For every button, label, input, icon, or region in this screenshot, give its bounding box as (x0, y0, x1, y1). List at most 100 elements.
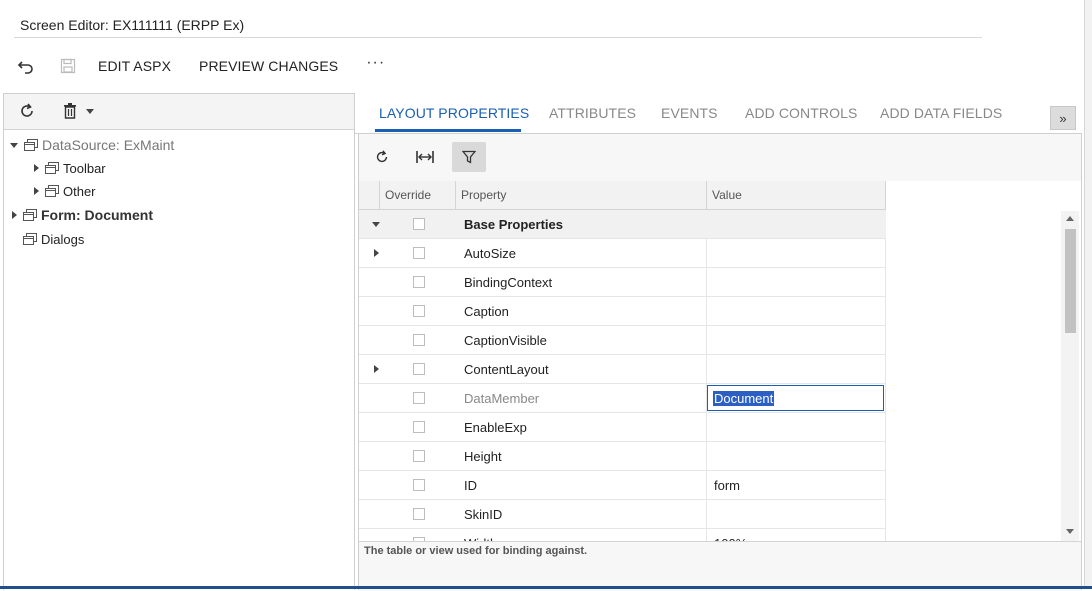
column-divider (706, 500, 707, 529)
scrollbar-thumb[interactable] (1065, 229, 1076, 333)
container-icon (23, 233, 37, 245)
property-name: Caption (464, 304, 509, 319)
tab-add-controls[interactable]: ADD CONTROLS (745, 105, 857, 121)
property-name: Height (464, 449, 502, 464)
property-description: The table or view used for binding again… (359, 541, 1081, 591)
grid-scrollbar[interactable] (1061, 211, 1079, 541)
preview-changes-button[interactable]: PREVIEW CHANGES (199, 58, 338, 74)
tree-node-datasource[interactable]: DataSource: ExMaint (10, 134, 174, 156)
container-icon (45, 185, 59, 197)
delete-icon[interactable] (63, 103, 77, 122)
override-checkbox[interactable] (413, 450, 425, 462)
properties-grid: Override Property Value Base Properties A… (359, 181, 1081, 541)
property-name: SkinID (464, 507, 503, 522)
container-icon (24, 139, 38, 151)
table-row[interactable]: AutoSize (359, 239, 886, 268)
table-row[interactable]: Width 100% (359, 529, 886, 541)
column-header-override[interactable]: Override (379, 181, 455, 209)
override-checkbox[interactable] (413, 334, 425, 346)
property-description-text: The table or view used for binding again… (364, 545, 588, 557)
override-checkbox[interactable] (413, 421, 425, 433)
properties-toolbar (359, 134, 1081, 182)
table-row[interactable]: CaptionVisible (359, 326, 886, 355)
column-divider (885, 529, 886, 541)
column-divider (885, 268, 886, 297)
table-row[interactable]: EnableExp (359, 413, 886, 442)
column-divider (885, 384, 886, 413)
chevron-down-icon[interactable] (86, 109, 94, 114)
tree-node-label: DataSource: ExMaint (42, 137, 175, 153)
property-name: DataMember (464, 391, 540, 406)
override-checkbox[interactable] (413, 508, 425, 520)
fit-width-icon[interactable] (408, 142, 442, 172)
property-value[interactable]: form (714, 471, 740, 500)
table-row[interactable]: Caption (359, 297, 886, 326)
table-row[interactable]: DataMember Document (359, 384, 886, 413)
properties-panel: Override Property Value Base Properties A… (358, 133, 1082, 591)
column-divider (706, 239, 707, 268)
selected-value: Document (713, 391, 775, 406)
property-name: Width (464, 529, 497, 541)
grid-section-row[interactable]: Base Properties (359, 210, 886, 239)
override-checkbox[interactable] (413, 276, 425, 288)
table-row[interactable]: ContentLayout (359, 355, 886, 384)
more-actions-button[interactable]: ··· (366, 54, 385, 72)
section-title: Base Properties (464, 217, 563, 232)
tree-node-form-document[interactable]: Form: Document (12, 204, 153, 226)
property-name: ContentLayout (464, 362, 549, 377)
tabs-scroll-right-icon[interactable]: » (1050, 106, 1076, 130)
property-name: EnableExp (464, 420, 527, 435)
table-row[interactable]: BindingContext (359, 268, 886, 297)
scroll-up-icon[interactable] (1066, 216, 1074, 221)
tree-node-other[interactable]: Other (34, 180, 96, 202)
refresh-icon[interactable] (18, 102, 36, 123)
tree-node-label: Dialogs (41, 231, 85, 247)
undo-icon[interactable] (14, 54, 38, 78)
tab-attributes[interactable]: ATTRIBUTES (549, 105, 636, 121)
property-name: AutoSize (464, 246, 517, 261)
override-checkbox[interactable] (413, 305, 425, 317)
column-divider (885, 297, 886, 326)
property-name: BindingContext (464, 275, 553, 290)
value-input[interactable]: Document (707, 385, 884, 411)
chevron-right-icon[interactable] (374, 365, 379, 373)
column-divider (706, 413, 707, 442)
chevron-down-icon[interactable] (10, 142, 18, 148)
tree-node-toolbar[interactable]: Toolbar (34, 157, 106, 179)
override-checkbox[interactable] (413, 479, 425, 491)
control-tree-panel: DataSource: ExMaint Toolbar Other Form: … (3, 93, 355, 590)
column-divider (885, 442, 886, 471)
override-checkbox[interactable] (413, 247, 425, 259)
chevron-right-icon[interactable] (34, 164, 39, 172)
column-divider (706, 442, 707, 471)
tab-layout-properties[interactable]: LAYOUT PROPERTIES (379, 105, 529, 121)
filter-icon[interactable] (452, 142, 486, 172)
table-row[interactable]: ID form (359, 471, 886, 500)
override-checkbox[interactable] (413, 363, 425, 375)
tree-node-label: Other (63, 183, 96, 199)
tree-node-dialogs[interactable]: Dialogs (17, 228, 84, 250)
column-divider (706, 529, 707, 541)
edit-aspx-button[interactable]: EDIT ASPX (98, 58, 171, 74)
column-header-value[interactable]: Value (706, 181, 886, 209)
chevron-right-icon[interactable] (12, 211, 17, 219)
chevron-down-icon[interactable] (372, 222, 380, 227)
tab-events[interactable]: EVENTS (661, 105, 718, 121)
chevron-right-icon[interactable] (374, 249, 379, 257)
override-checkbox[interactable] (413, 218, 425, 230)
column-divider (706, 326, 707, 355)
refresh-icon[interactable] (365, 142, 399, 172)
table-row[interactable]: Height (359, 442, 886, 471)
override-checkbox[interactable] (413, 392, 425, 404)
property-value[interactable]: 100% (714, 529, 747, 541)
column-divider (885, 239, 886, 268)
save-icon[interactable] (56, 54, 80, 78)
column-header-property[interactable]: Property (455, 181, 706, 209)
tab-add-data-fields[interactable]: ADD DATA FIELDS (880, 105, 1002, 121)
table-row[interactable]: SkinID (359, 500, 886, 529)
main-toolbar: EDIT ASPX PREVIEW CHANGES ··· (14, 52, 385, 80)
window-edge (1084, 0, 1092, 589)
scroll-down-icon[interactable] (1066, 529, 1074, 534)
tab-bar: LAYOUT PROPERTIES ATTRIBUTES EVENTS ADD … (355, 93, 1082, 134)
chevron-right-icon[interactable] (34, 187, 39, 195)
